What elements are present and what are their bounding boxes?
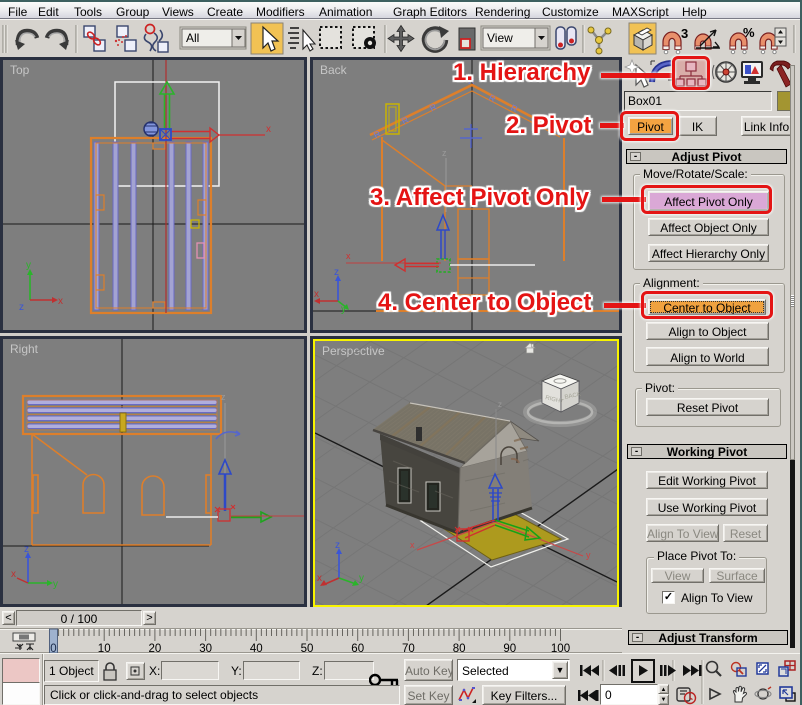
- svg-text:90: 90: [503, 643, 516, 653]
- svg-text:20: 20: [149, 643, 162, 653]
- svg-text:100: 100: [551, 643, 570, 653]
- svg-text:60: 60: [351, 643, 364, 653]
- svg-text:x: x: [410, 540, 415, 550]
- svg-text:y: y: [586, 550, 591, 560]
- svg-text:x: x: [317, 573, 322, 584]
- svg-text:x: x: [346, 251, 351, 261]
- svg-text:z: z: [442, 148, 447, 158]
- svg-text:All: All: [186, 31, 199, 45]
- svg-text:y: y: [53, 579, 58, 590]
- svg-text:3: 3: [681, 26, 688, 41]
- svg-text:70: 70: [402, 643, 415, 653]
- svg-text:10: 10: [98, 643, 111, 653]
- svg-text:y: y: [359, 573, 364, 584]
- svg-text:50: 50: [301, 643, 314, 653]
- svg-text:80: 80: [453, 643, 466, 653]
- svg-text:x: x: [266, 124, 271, 135]
- svg-text:z: z: [221, 392, 226, 402]
- svg-text:z: z: [335, 540, 340, 551]
- svg-text:y: y: [341, 304, 346, 315]
- svg-text:x: x: [314, 289, 319, 300]
- svg-text:View: View: [487, 31, 513, 45]
- svg-text:30: 30: [199, 643, 212, 653]
- svg-text:z: z: [24, 544, 29, 555]
- svg-text:40: 40: [250, 643, 263, 653]
- svg-text:z: z: [498, 400, 502, 409]
- svg-text:z: z: [334, 267, 339, 278]
- svg-text:x: x: [11, 569, 16, 580]
- svg-text:%: %: [743, 25, 755, 40]
- svg-text:z: z: [19, 302, 24, 313]
- svg-text:y: y: [26, 260, 31, 271]
- svg-text:0: 0: [50, 643, 56, 653]
- svg-text:x: x: [58, 296, 63, 307]
